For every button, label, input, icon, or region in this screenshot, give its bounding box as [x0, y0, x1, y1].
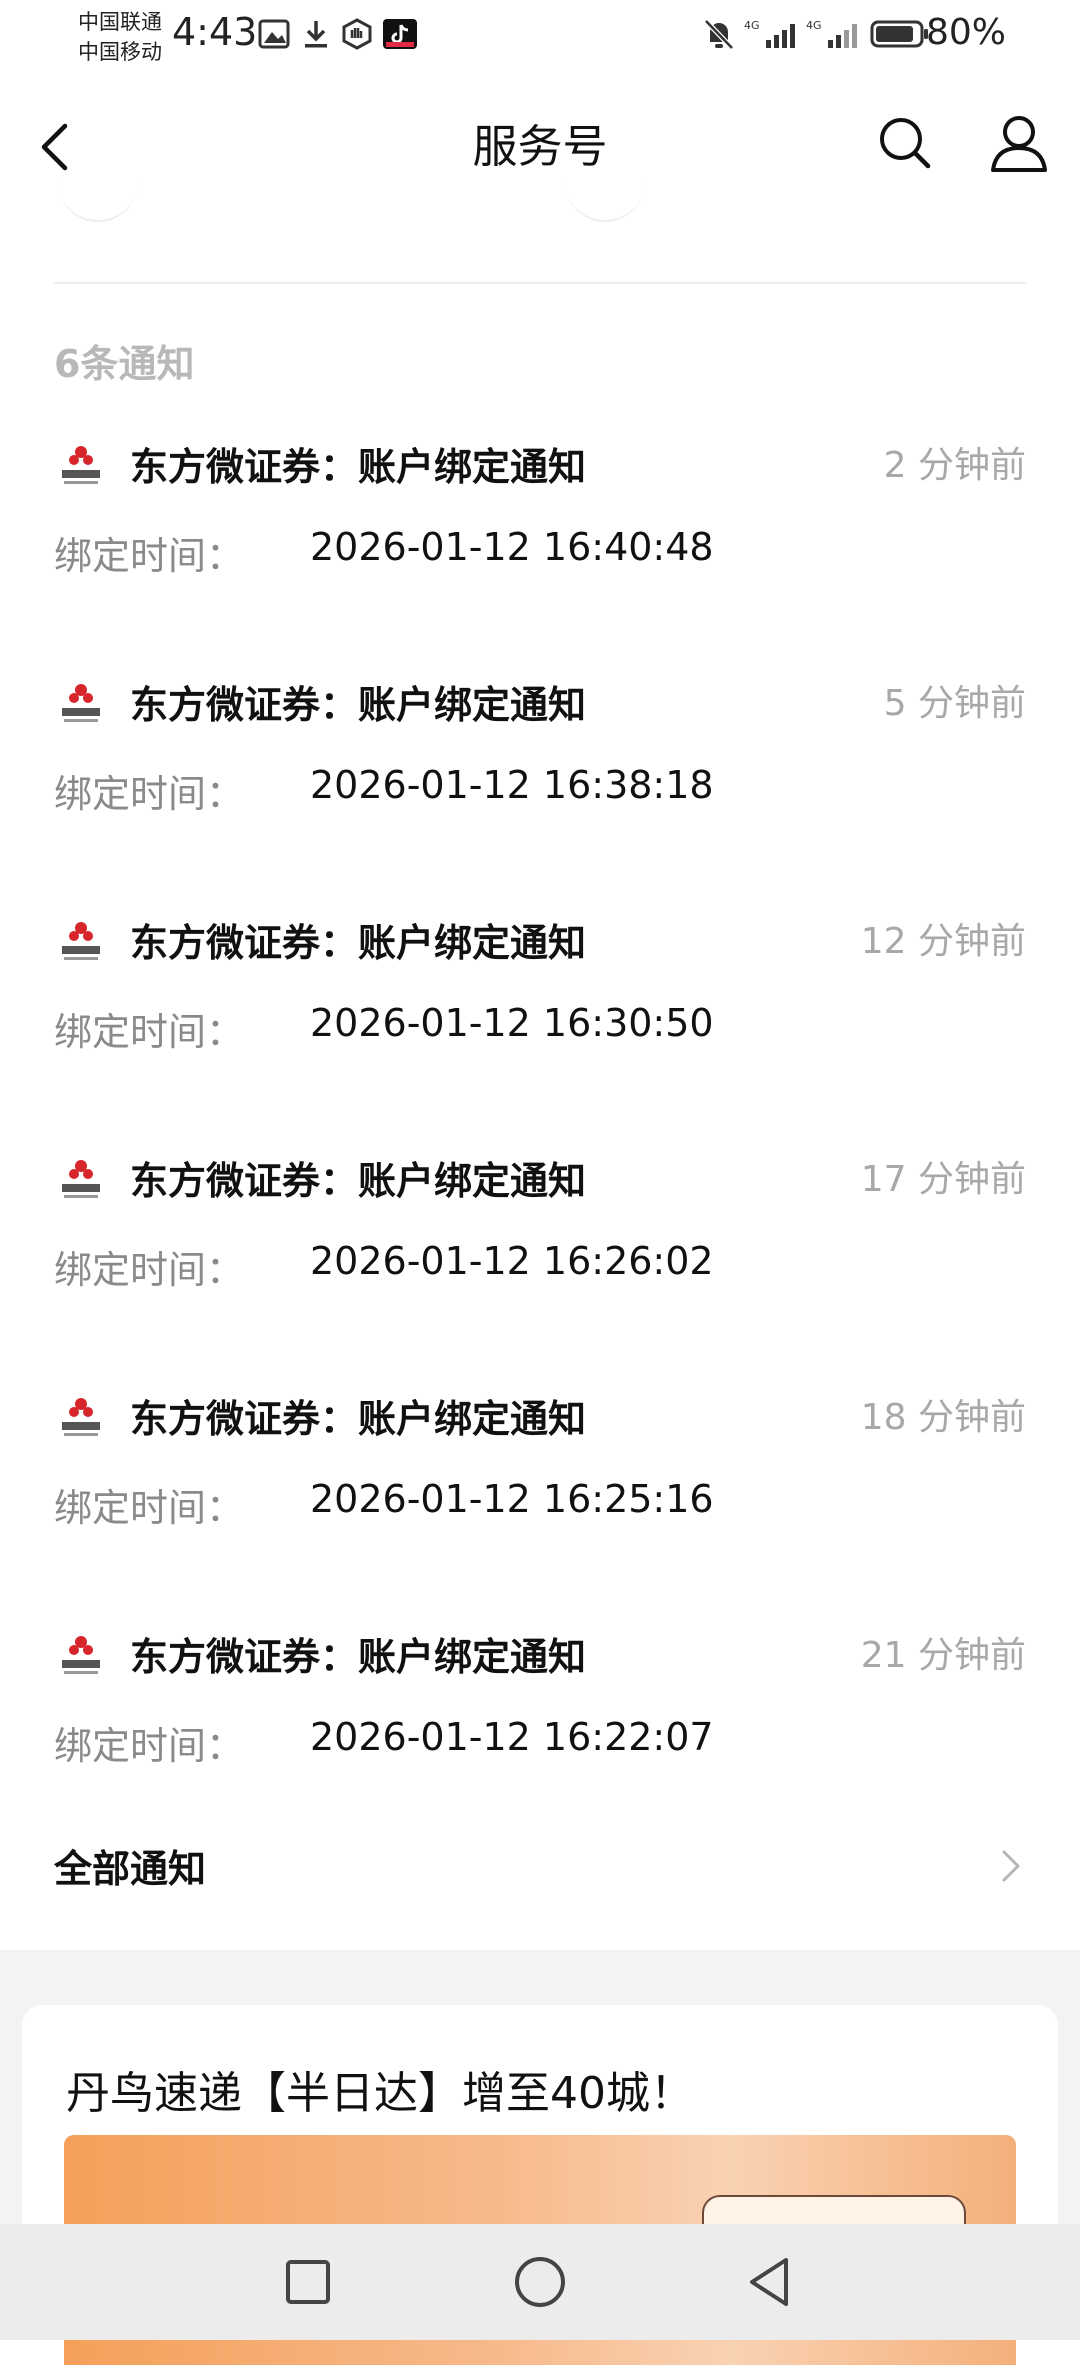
notice-time: 21 分钟前: [860, 1635, 1026, 1676]
header-bar: 服务号: [0, 90, 1080, 200]
notice-title: 东方微证券：账户绑定通知: [130, 683, 587, 727]
chevron-right-icon: [1002, 1850, 1020, 1882]
mute-bell-icon: [704, 19, 734, 50]
back-nav-icon[interactable]: [740, 2252, 800, 2312]
all-notices-label: 全部通知: [54, 1847, 207, 1891]
article-title: 丹鸟速递【半日达】增至40城！: [66, 2068, 694, 2119]
bind-time-label: 绑定时间：: [54, 1010, 245, 1054]
svg-text:4G: 4G: [744, 19, 760, 32]
hand-shield-icon: [342, 18, 372, 50]
brand-logo-icon: [62, 922, 100, 960]
notice-item[interactable]: 东方微证券：账户绑定通知 2 分钟前 绑定时间： 2026-01-12 16:4…: [0, 420, 1080, 658]
notice-time: 5 分钟前: [883, 683, 1026, 724]
tiktok-icon: [383, 19, 417, 49]
bind-time-label: 绑定时间：: [54, 1486, 245, 1530]
svg-text:4G: 4G: [806, 19, 822, 32]
cutoff-item-left: [58, 170, 138, 222]
signal-4g-icon-1: 4G: [744, 19, 795, 48]
search-icon[interactable]: [870, 108, 940, 178]
bind-time-value: 2026-01-12 16:22:07: [310, 1715, 714, 1759]
battery-percent: 80%: [925, 12, 1006, 53]
bind-time-value: 2026-01-12 16:40:48: [310, 525, 714, 569]
bind-time-label: 绑定时间：: [54, 1724, 245, 1768]
system-nav-bar: [0, 2224, 1080, 2340]
carrier-2: 中国移动: [78, 40, 162, 64]
notice-item[interactable]: 东方微证券：账户绑定通知 21 分钟前 绑定时间： 2026-01-12 16:…: [0, 1610, 1080, 1848]
notice-time: 17 分钟前: [860, 1159, 1026, 1200]
notice-item[interactable]: 东方微证券：账户绑定通知 12 分钟前 绑定时间： 2026-01-12 16:…: [0, 896, 1080, 1134]
carrier-1: 中国联通: [78, 10, 162, 34]
notice-time: 2 分钟前: [883, 445, 1026, 486]
bind-time-label: 绑定时间：: [54, 772, 245, 816]
notice-item[interactable]: 东方微证券：账户绑定通知 5 分钟前 绑定时间： 2026-01-12 16:3…: [0, 658, 1080, 896]
bind-time-value: 2026-01-12 16:38:18: [310, 763, 714, 807]
home-icon[interactable]: [510, 2252, 570, 2312]
battery-icon: [870, 20, 928, 48]
notice-item[interactable]: 东方微证券：账户绑定通知 17 分钟前 绑定时间： 2026-01-12 16:…: [0, 1134, 1080, 1372]
gallery-icon: [258, 19, 290, 49]
bind-time-value: 2026-01-12 16:25:16: [310, 1477, 714, 1521]
profile-icon[interactable]: [984, 108, 1054, 178]
notice-list: 东方微证券：账户绑定通知 2 分钟前 绑定时间： 2026-01-12 16:4…: [0, 420, 1080, 1848]
bind-time-value: 2026-01-12 16:26:02: [310, 1239, 714, 1283]
cutoff-item-right: [565, 170, 645, 222]
notice-title: 东方微证券：账户绑定通知: [130, 1397, 587, 1441]
brand-logo-icon: [62, 684, 100, 722]
bind-time-value: 2026-01-12 16:30:50: [310, 1001, 714, 1045]
recent-apps-icon[interactable]: [278, 2252, 338, 2312]
bind-time-label: 绑定时间：: [54, 534, 245, 578]
notice-time: 12 分钟前: [860, 921, 1026, 962]
notice-title: 东方微证券：账户绑定通知: [130, 1635, 587, 1679]
notice-title: 东方微证券：账户绑定通知: [130, 445, 587, 489]
download-icon: [305, 21, 327, 48]
notice-count: 6条通知: [54, 342, 195, 386]
section-divider: [54, 282, 1026, 284]
status-time: 4:43: [172, 10, 258, 54]
notice-item[interactable]: 东方微证券：账户绑定通知 18 分钟前 绑定时间： 2026-01-12 16:…: [0, 1372, 1080, 1610]
brand-logo-icon: [62, 1636, 100, 1674]
brand-logo-icon: [62, 1160, 100, 1198]
notice-title: 东方微证券：账户绑定通知: [130, 1159, 587, 1203]
notice-time: 18 分钟前: [860, 1397, 1026, 1438]
carrier-names: 中国联通 中国移动: [78, 7, 162, 67]
brand-logo-icon: [62, 1398, 100, 1436]
bind-time-label: 绑定时间：: [54, 1248, 245, 1292]
status-bar: 中国联通 中国移动 4:43 4G 4G 80%: [0, 0, 1080, 80]
signal-4g-icon-2: 4G: [806, 19, 857, 48]
all-notices-row[interactable]: 全部通知: [0, 1820, 1080, 1910]
notice-title: 东方微证券：账户绑定通知: [130, 921, 587, 965]
brand-logo-icon: [62, 446, 100, 484]
